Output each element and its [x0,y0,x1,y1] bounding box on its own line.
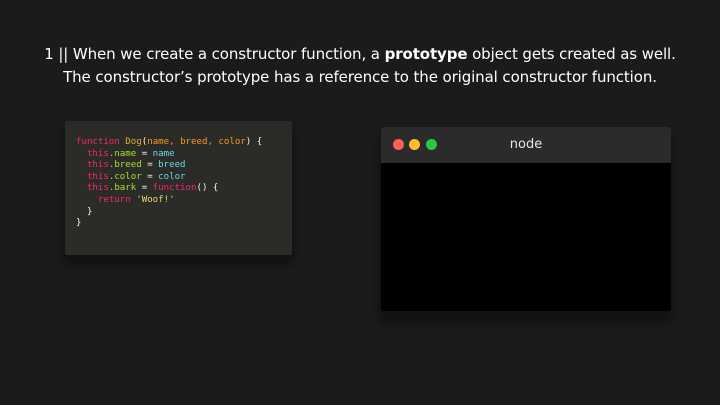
code-this: this [86,148,109,159]
code-property: .name [108,148,137,159]
code-property: .color [108,171,142,182]
terminal-title: node [509,137,543,152]
caption-line-1-end: object gets created as well. [467,45,676,63]
code-this: this [86,183,109,194]
code-function-name: Dog [125,137,142,147]
code-value: breed [158,160,186,171]
code-operator: = [136,148,153,159]
code-string: 'Woof!' [136,194,175,205]
caption-line-2: The constructor’s prototype has a refere… [63,68,657,86]
slide-caption: 1 || When we create a constructor functi… [0,43,720,89]
code-property: .breed [108,160,142,171]
caption-line-1-start: 1 || When we create a constructor functi… [44,45,385,63]
code-punctuation: ) { [245,137,263,147]
code-block: function Dog(name, breed, color) { this.… [76,137,262,230]
code-punctuation: } [86,206,93,217]
code-keyword: return [97,194,131,205]
code-keyword: function [76,137,120,147]
code-snippet-panel: function Dog(name, breed, color) { this.… [65,121,292,255]
node-terminal-window: node [381,127,671,311]
terminal-titlebar[interactable]: node [381,127,671,163]
code-value: name [152,148,175,159]
code-params: name, breed, color [147,137,246,147]
caption-keyword-prototype: prototype [384,45,468,63]
code-operator: = [136,183,153,194]
code-punctuation: () { [196,183,219,194]
code-operator: = [141,160,159,171]
code-value: color [158,171,186,182]
code-this: this [86,160,109,171]
code-punctuation: } [76,218,82,229]
caption-line-1: 1 || When we create a constructor functi… [0,43,720,66]
code-keyword: function [152,183,197,194]
terminal-output-area[interactable] [381,163,671,311]
code-operator: = [141,171,159,182]
code-this: this [86,171,109,182]
code-property: .bark [108,183,137,194]
